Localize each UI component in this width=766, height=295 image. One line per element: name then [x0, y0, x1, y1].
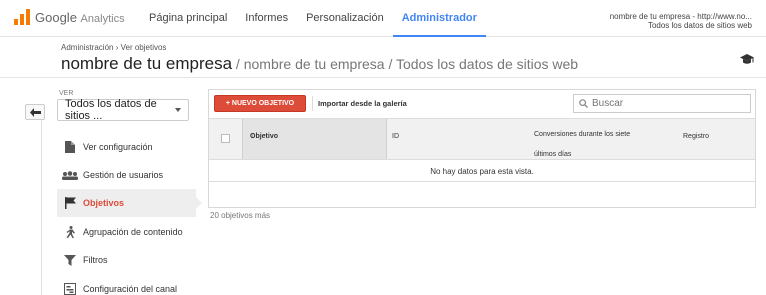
breadcrumb-separator: › — [115, 43, 119, 52]
users-icon — [57, 170, 83, 180]
sidebar-item-label: Gestión de usuarios — [83, 170, 164, 180]
toolbar-divider — [312, 96, 313, 111]
sidebar-item-content-grouping[interactable]: Agrupación de contenido — [57, 218, 196, 246]
person-walk-icon — [57, 226, 83, 238]
back-arrow-icon — [29, 107, 41, 117]
sidebar-item-goals[interactable]: Objetivos — [57, 189, 202, 217]
new-goal-button[interactable]: + NUEVO OBJETIVO — [214, 95, 306, 112]
sort-arrow-icon: ↓ — [250, 131, 254, 140]
page-title-path: / nombre de tu empresa / Todos los datos… — [232, 56, 579, 72]
document-icon — [57, 141, 83, 153]
table-header: Objetivo ↓ ID Conversiones durante los s… — [209, 118, 755, 160]
breadcrumb-admin[interactable]: Administración — [61, 43, 113, 52]
chevron-down-icon — [175, 108, 181, 112]
column-goal[interactable]: Objetivo ↓ — [242, 119, 387, 159]
graduation-cap-icon[interactable] — [740, 54, 754, 68]
account-view: Todos los datos de sitios web — [647, 21, 752, 30]
account-selector[interactable]: nombre de tu empresa - http://www.no... … — [610, 12, 752, 30]
more-goals-text: 20 objetivos más — [210, 211, 271, 220]
sidebar-item-view-settings[interactable]: Ver configuración — [57, 133, 196, 161]
back-button[interactable] — [25, 104, 45, 120]
empty-table-message: No hay datos para esta vista. — [209, 161, 755, 182]
search-input[interactable] — [592, 98, 742, 109]
search-box[interactable] — [573, 94, 751, 113]
select-all-checkbox[interactable] — [221, 134, 230, 143]
import-from-gallery-button[interactable]: Importar desde la galería — [316, 95, 409, 112]
column-id[interactable]: ID — [392, 133, 399, 140]
top-bar: Google Analytics Página principal Inform… — [0, 0, 766, 37]
logo-analytics: Analytics — [80, 12, 125, 25]
column-record[interactable]: Registro — [683, 133, 709, 140]
view-label: VER — [59, 90, 74, 97]
analytics-logo-icon — [14, 9, 30, 25]
breadcrumb: Administración › Ver objetivos — [61, 43, 166, 52]
sidebar-divider — [41, 120, 42, 295]
sidebar-item-label: Configuración del canal — [83, 284, 178, 294]
account-name: nombre de tu empresa - http://www.no... — [609, 12, 752, 21]
nav-home[interactable]: Página principal — [140, 0, 236, 37]
view-selector[interactable]: Todos los datos de sitios ... — [57, 98, 189, 122]
breadcrumb-goals[interactable]: Ver objetivos — [121, 43, 167, 52]
flag-icon — [57, 197, 83, 209]
filter-icon — [57, 254, 83, 266]
sidebar-item-label: Objetivos — [83, 198, 125, 208]
sidebar-item-label: Ver configuración — [83, 142, 153, 152]
page-title-main: nombre de tu empresa — [61, 54, 233, 73]
logo-google: Google — [35, 9, 77, 25]
sidebar-item-filters[interactable]: Filtros — [57, 246, 196, 274]
goals-panel: + NUEVO OBJETIVO Importar desde la galer… — [208, 89, 756, 208]
logo-text: Google Analytics — [35, 10, 125, 25]
view-selector-value: Todos los datos de sitios ... — [65, 98, 157, 122]
sidebar-item-label: Filtros — [83, 255, 108, 265]
goals-toolbar: + NUEVO OBJETIVO Importar desde la galer… — [209, 90, 755, 117]
page-header: Administración › Ver objetivos nombre de… — [0, 37, 766, 78]
sidebar-item-user-management[interactable]: Gestión de usuarios — [57, 161, 196, 189]
main-nav: Página principal Informes Personalizació… — [140, 0, 486, 37]
google-analytics-logo[interactable]: Google Analytics — [14, 9, 125, 25]
sidebar-item-channel-settings[interactable]: Configuración del canal — [57, 275, 196, 295]
nav-reports[interactable]: Informes — [236, 0, 297, 37]
page-title: nombre de tu empresa / nombre de tu empr… — [61, 54, 578, 74]
column-conversions[interactable]: Conversiones durante los siete últimos d… — [534, 125, 652, 165]
search-icon — [579, 99, 588, 108]
sidebar-item-label: Agrupación de contenido — [83, 227, 183, 237]
nav-admin[interactable]: Administrador — [392, 0, 486, 37]
channel-icon — [57, 283, 83, 295]
nav-customization[interactable]: Personalización — [297, 0, 393, 37]
